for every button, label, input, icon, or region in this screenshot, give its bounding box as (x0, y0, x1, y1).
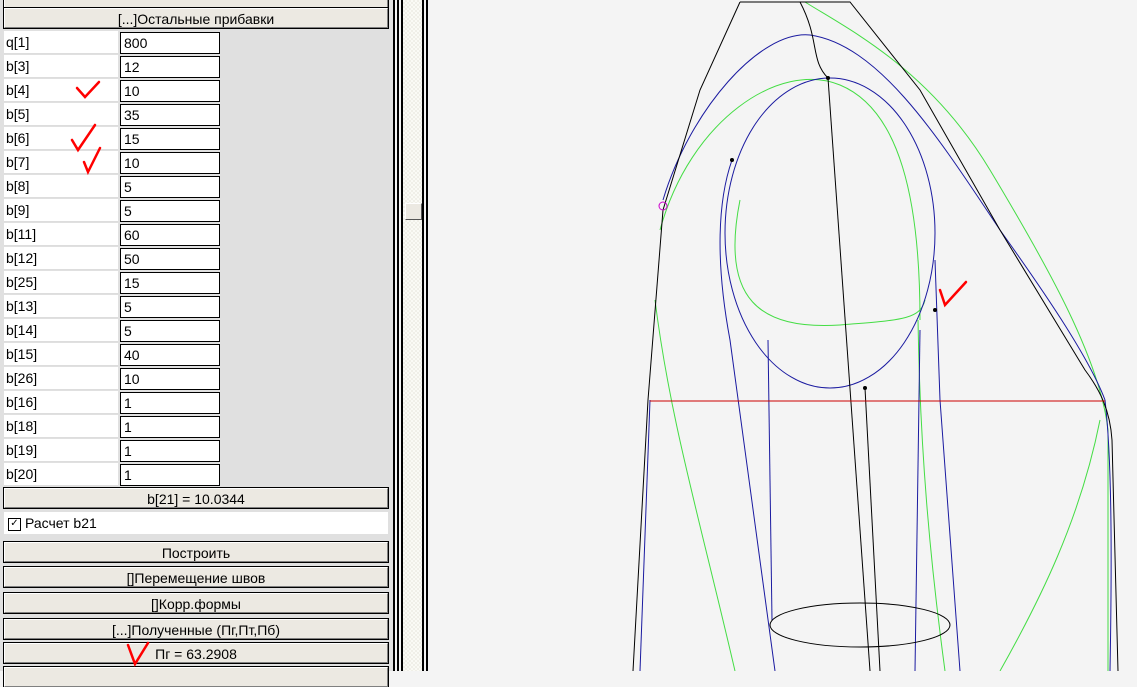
black-outline (632, 1, 1119, 671)
green-pattern-lines (654, 1, 1109, 671)
blue-pattern-lines (639, 34, 1112, 671)
pattern-points (730, 76, 937, 390)
pattern-canvas[interactable] (0, 0, 1137, 671)
red-annotation-checkmarks (70, 80, 968, 667)
